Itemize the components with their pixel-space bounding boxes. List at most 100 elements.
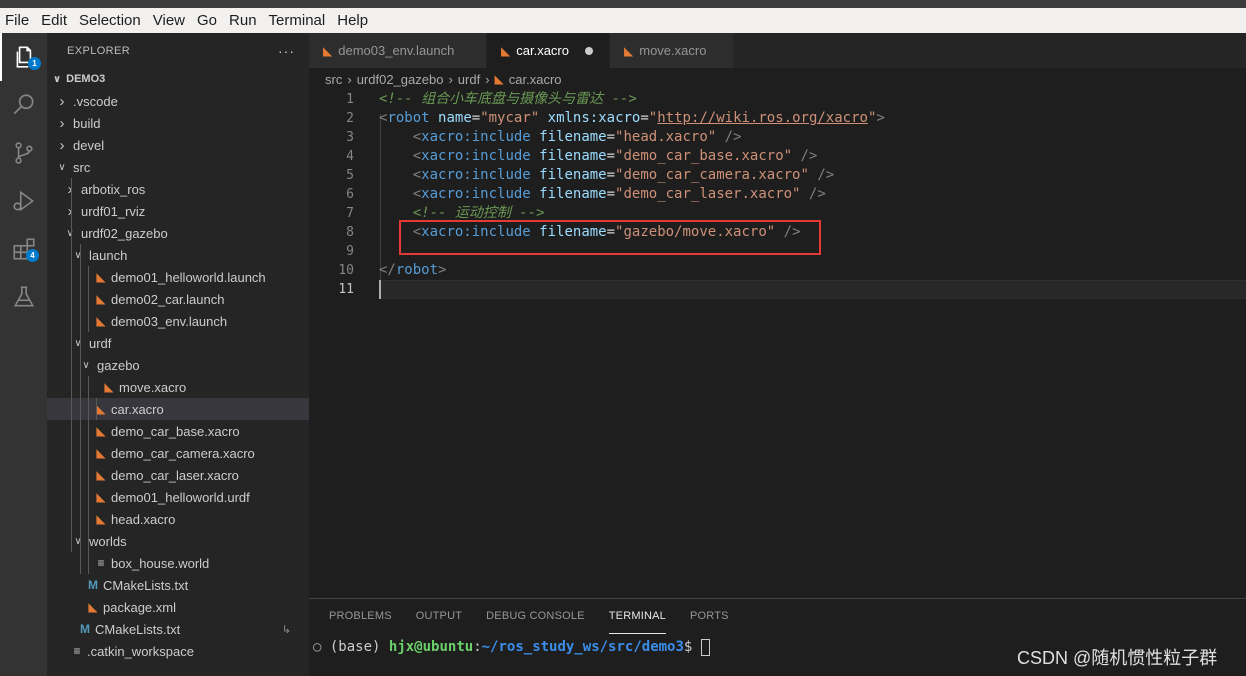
menu-help[interactable]: Help [337,8,368,33]
tree-file-demo-car-laser-xacro[interactable]: ◣ demo_car_laser.xacro [47,464,309,486]
tree-folder-worlds[interactable]: ∨ worlds [47,530,309,552]
breadcrumb-separator-icon: › [448,71,453,87]
tree-file-box-house-world[interactable]: ≡ box_house.world [47,552,309,574]
panel-tab-output[interactable]: OUTPUT [416,599,462,634]
code-line: <!-- 组合小车底盘与摄像头与雷达 --> [379,90,637,109]
tree-file-catkin-workspace[interactable]: ≡ .catkin_workspace [47,640,309,662]
current-line-highlight [379,280,1246,299]
code-token: = [606,167,616,183]
tree-file-cmakelists-txt[interactable]: M CMakeLists.txt [47,574,309,596]
terminal-output[interactable]: ○ (base) hjx@ubuntu:~/ros_study_ws/src/d… [313,637,710,657]
run-debug-activity[interactable] [0,177,47,225]
menu-go[interactable]: Go [197,8,217,33]
tree-item-label: devel [73,137,105,153]
tree-item-label: car.xacro [111,401,164,417]
breadcrumb-item-urdf[interactable]: urdf [458,72,480,87]
code-token: /> [808,186,826,202]
code-line: <xacro:include filename="demo_car_laser.… [379,185,826,204]
source-control-activity[interactable] [0,129,47,177]
tree-folder-devel[interactable]: › devel [47,134,309,156]
tree-item-label: .catkin_workspace [87,643,194,659]
tree-file-move-xacro[interactable]: ◣ move.xacro [47,376,309,398]
tree-item-label: gazebo [97,357,140,373]
tab-move-xacro[interactable]: ◣ move.xacro [610,33,734,68]
tree-file-demo01-helloworld-urdf[interactable]: ◣ demo01_helloworld.urdf [47,486,309,508]
testing-activity[interactable] [0,273,47,321]
tree-folder-build[interactable]: › build [47,112,309,134]
tree-folder-vscode[interactable]: › .vscode [47,90,309,112]
search-activity[interactable] [0,81,47,129]
tree-file-demo-car-camera-xacro[interactable]: ◣ demo_car_camera.xacro [47,442,309,464]
terminal-user-host: hjx@ubuntu [388,639,474,655]
tree-file-package-xml[interactable]: ◣ package.xml [47,596,309,618]
code-token: "demo_car_camera.xacro" [615,167,809,183]
tree-item-label: demo_car_laser.xacro [111,467,239,483]
tree-file-demo-car-base-xacro[interactable]: ◣ demo_car_base.xacro [47,420,309,442]
panel-tab-problems[interactable]: PROBLEMS [329,599,392,634]
chevron-down-icon: ∨ [74,249,82,261]
text-lines-icon: ≡ [97,556,105,570]
tree-folder-launch[interactable]: ∨ launch [47,244,309,266]
menu-file[interactable]: File [5,8,29,33]
text-cursor [379,280,381,299]
code-token: /> [800,148,818,164]
explorer-sidebar: EXPLORER ··· ∨ DEMO3 › .vscode › build › deve… [47,33,309,676]
tree-file-demo01-helloworld-launch[interactable]: ◣ demo01_helloworld.launch [47,266,309,288]
rss-file-icon: ◣ [96,490,106,504]
code-token: "demo_car_base.xacro" [615,148,793,164]
tree-file-head-xacro[interactable]: ◣ head.xacro [47,508,309,530]
tree-folder-urdf01-rviz[interactable]: › urdf01_rviz [47,200,309,222]
menu-selection[interactable]: Selection [79,8,141,33]
tree-folder-urdf02-gazebo[interactable]: ∨ urdf02_gazebo [47,222,309,244]
code-token[interactable]: http://wiki.ros.org/xacro [657,110,868,126]
tree-folder-urdf[interactable]: ∨ urdf [47,332,309,354]
code-token: filename [539,129,607,145]
code-token: <!-- 组合小车底盘与摄像头与雷达 --> [379,91,637,107]
code-editor[interactable]: 1 2 3 4 5 6 7 8 9 10 11 <!-- 组合小车底盘与摄像头与雷达 --> <robo… [309,90,1246,598]
panel-tab-debug-console[interactable]: DEBUG CONSOLE [486,599,585,634]
tree-item-label: demo01_helloworld.urdf [111,489,250,505]
breadcrumb-item-src[interactable]: src [325,72,342,87]
tree-indent-guide [71,178,72,552]
workspace-section-header[interactable]: ∨ DEMO3 [47,68,309,90]
panel-tab-ports[interactable]: PORTS [690,599,729,634]
rss-file-icon: ◣ [96,446,106,460]
explorer-more-button[interactable]: ··· [278,43,295,59]
line-number: 4 [346,149,354,164]
tree-file-demo03-env-launch[interactable]: ◣ demo03_env.launch [47,310,309,332]
explorer-badge: 1 [28,57,41,70]
breadcrumb-item-car-xacro[interactable]: car.xacro [509,72,562,87]
code-token: robot [395,262,439,278]
panel-tab-terminal[interactable]: TERMINAL [608,599,666,634]
code-token: "demo_car_laser.xacro" [615,186,801,202]
tab-demo03-env-launch[interactable]: ◣ demo03_env.launch [309,33,487,68]
csdn-watermark: CSDN @随机惯性粒子群 [1017,648,1218,668]
tree-folder-gazebo[interactable]: ∨ gazebo [47,354,309,376]
tree-item-label: .vscode [73,93,118,109]
chevron-down-icon: ∨ [74,337,82,349]
rss-file-icon: ◣ [494,72,504,86]
workspace-name: DEMO3 [66,73,106,85]
chevron-right-icon: › [67,202,73,220]
menu-terminal[interactable]: Terminal [269,8,326,33]
menu-view[interactable]: View [153,8,185,33]
tree-file-car-xacro[interactable]: ◣ car.xacro [47,398,309,420]
breadcrumb-item-urdf02-gazebo[interactable]: urdf02_gazebo [357,72,444,87]
extensions-activity[interactable]: 4 [0,225,47,273]
tree-folder-src[interactable]: ∨ src [47,156,309,178]
code-token: = [471,110,481,126]
unsaved-dot-icon[interactable] [584,46,593,55]
tree-file-demo02-car-launch[interactable]: ◣ demo02_car.launch [47,288,309,310]
breadcrumb-separator-icon: › [347,71,352,87]
menu-run[interactable]: Run [229,8,257,33]
tree-folder-arbotix-ros[interactable]: › arbotix_ros [47,178,309,200]
tab-car-xacro[interactable]: ◣ car.xacro [487,33,610,68]
menu-edit[interactable]: Edit [41,8,67,33]
tree-item-label: urdf [89,335,112,351]
code-token: filename [539,167,607,183]
explorer-activity[interactable]: 1 [0,33,47,81]
tree-file-cmakelists-txt[interactable]: M CMakeLists.txt ↳ [47,618,309,640]
rss-file-icon: ◣ [96,314,106,328]
